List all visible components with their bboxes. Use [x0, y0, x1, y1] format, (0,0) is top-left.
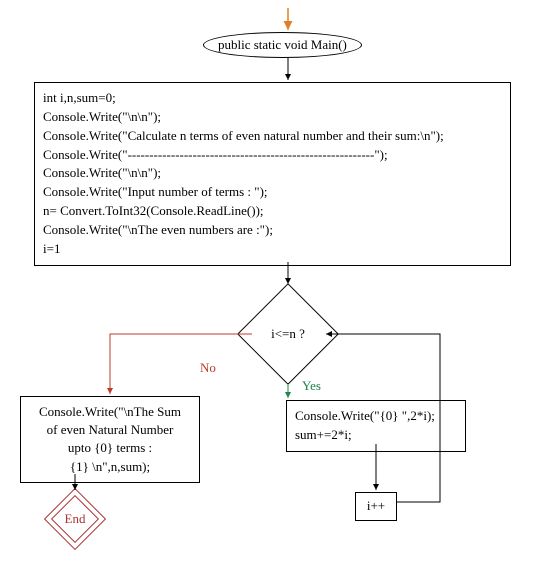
init-line-5: Console.Write("Input number of terms : "…: [43, 183, 502, 202]
result-line-1: of even Natural Number: [29, 421, 191, 439]
start-label: public static void Main(): [203, 32, 362, 58]
edge-no-label: No: [200, 360, 216, 376]
condition-label: i<=n ?: [271, 326, 305, 342]
loop-body-line-1: sum+=2*i;: [295, 426, 457, 445]
result-block: Console.Write("\nThe Sum of even Natural…: [20, 396, 200, 483]
result-line-3: {1} \n",n,sum);: [29, 458, 191, 476]
end-node: End: [53, 497, 97, 541]
result-line-0: Console.Write("\nThe Sum: [29, 403, 191, 421]
result-line-2: upto {0} terms :: [29, 439, 191, 457]
init-line-6: n= Convert.ToInt32(Console.ReadLine());: [43, 202, 502, 221]
increment-block: i++: [355, 492, 397, 521]
init-line-0: int i,n,sum=0;: [43, 89, 502, 108]
increment-label: i++: [367, 498, 385, 513]
end-label: End: [65, 511, 86, 527]
init-line-4: Console.Write("\n\n");: [43, 164, 502, 183]
arrow-cond-no: [110, 334, 252, 394]
init-line-7: Console.Write("\nThe even numbers are :"…: [43, 221, 502, 240]
init-line-3: Console.Write("-------------------------…: [43, 146, 502, 165]
loop-body-block: Console.Write("{0} ",2*i); sum+=2*i;: [286, 400, 466, 452]
init-line-1: Console.Write("\n\n");: [43, 108, 502, 127]
init-line-2: Console.Write("Calculate n terms of even…: [43, 127, 502, 146]
condition-node: i<=n ?: [252, 298, 324, 370]
start-node: public static void Main(): [203, 32, 362, 58]
loop-body-line-0: Console.Write("{0} ",2*i);: [295, 407, 457, 426]
init-line-8: i=1: [43, 240, 502, 259]
edge-yes-label: Yes: [302, 378, 321, 394]
init-block: int i,n,sum=0; Console.Write("\n\n"); Co…: [34, 82, 511, 266]
